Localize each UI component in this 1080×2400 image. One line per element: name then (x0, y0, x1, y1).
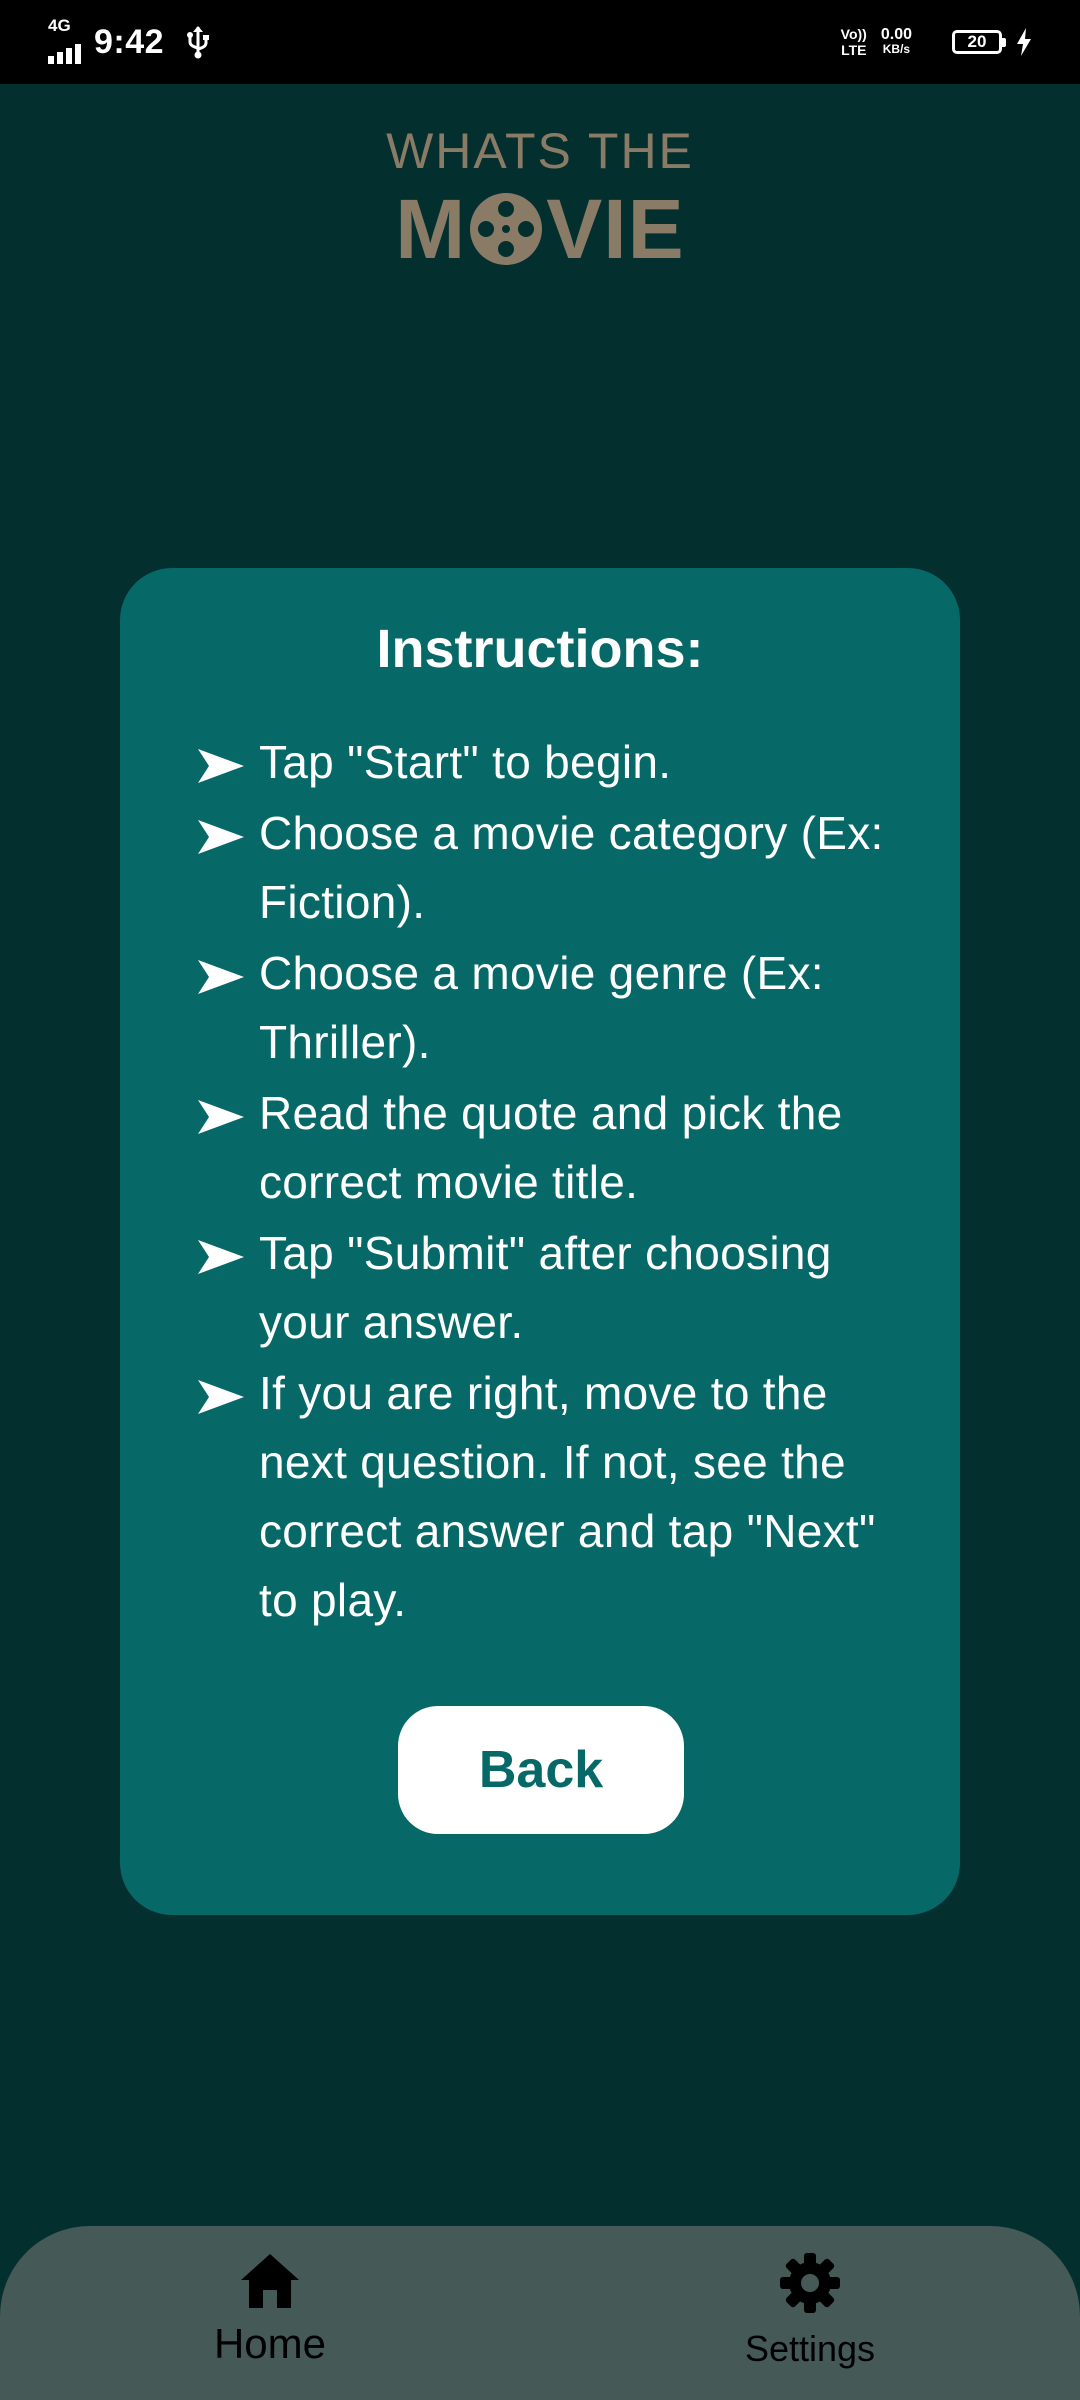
app-logo: WHATS THE M VIE (0, 118, 1080, 274)
arrow-bullet-icon (198, 749, 244, 783)
battery-icon: 20 (952, 30, 1006, 54)
status-left: 4G 9:42 (48, 0, 210, 84)
instruction-item: Read the quote and pick the correct movi… (198, 1079, 918, 1217)
back-button[interactable]: Back (398, 1706, 684, 1834)
gear-icon (780, 2253, 840, 2313)
signal-icon (48, 34, 84, 64)
usb-icon (187, 26, 210, 59)
nav-settings-label: Settings (744, 2328, 876, 2369)
speed-unit: KB/s (882, 42, 911, 56)
instruction-item: If you are right, move to the next quest… (198, 1359, 918, 1635)
arrow-bullet-icon (198, 820, 244, 854)
instruction-item: Choose a movie category (Ex: Fiction). (198, 799, 918, 937)
network-speed: 0.00 KB/s (881, 27, 912, 57)
logo-letter-m: M (395, 182, 467, 276)
logo-letters-vie: VIE (546, 182, 685, 276)
status-right: Vo)) LTE 0.00 KB/s 20 (841, 0, 1032, 84)
status-bar: 4G 9:42 Vo)) LTE 0.00 KB/s 20 (0, 0, 1080, 84)
instruction-text: Choose a movie category (Ex: Fiction). (259, 807, 884, 928)
instruction-item: Choose a movie genre (Ex: Thriller). (198, 939, 918, 1077)
instruction-text: Tap "Submit" after choosing your answer. (259, 1227, 832, 1348)
instruction-item: Tap "Start" to begin. (198, 728, 918, 797)
bottom-nav: Home Settings (0, 2226, 1080, 2400)
home-icon (241, 2254, 299, 2308)
instructions-title: Instructions: (376, 619, 704, 679)
arrow-bullet-icon (198, 1380, 244, 1414)
network-type: 4G (48, 16, 71, 35)
speed-value: 0.00 (880, 26, 912, 43)
instructions-list: Tap "Start" to begin. Choose a movie cat… (198, 728, 918, 1637)
instruction-text: If you are right, move to the next quest… (259, 1367, 876, 1626)
battery-level: 20 (967, 32, 987, 51)
volte-bottom: LTE (841, 42, 867, 58)
instruction-item: Tap "Submit" after choosing your answer. (198, 1219, 918, 1357)
volte-indicator: Vo)) LTE (841, 26, 867, 58)
nav-home-label: Home (213, 2320, 327, 2367)
logo-line1: WHATS THE (386, 123, 694, 179)
instruction-text: Tap "Start" to begin. (259, 736, 672, 788)
nav-home[interactable]: Home (200, 2252, 340, 2368)
instruction-text: Choose a movie genre (Ex: Thriller). (259, 947, 824, 1068)
charging-icon (1017, 28, 1031, 56)
arrow-bullet-icon (198, 1240, 244, 1274)
status-time: 9:42 (94, 22, 165, 61)
nav-settings[interactable]: Settings (730, 2252, 890, 2370)
arrow-bullet-icon (198, 1100, 244, 1134)
instruction-text: Read the quote and pick the correct movi… (259, 1087, 843, 1208)
volte-top: Vo)) (840, 26, 867, 42)
logo-line2: M VIE (0, 184, 1080, 274)
film-reel-icon (470, 193, 543, 265)
instructions-card: Instructions: Tap "Start" to begin. Choo… (120, 568, 960, 1915)
arrow-bullet-icon (198, 960, 244, 994)
